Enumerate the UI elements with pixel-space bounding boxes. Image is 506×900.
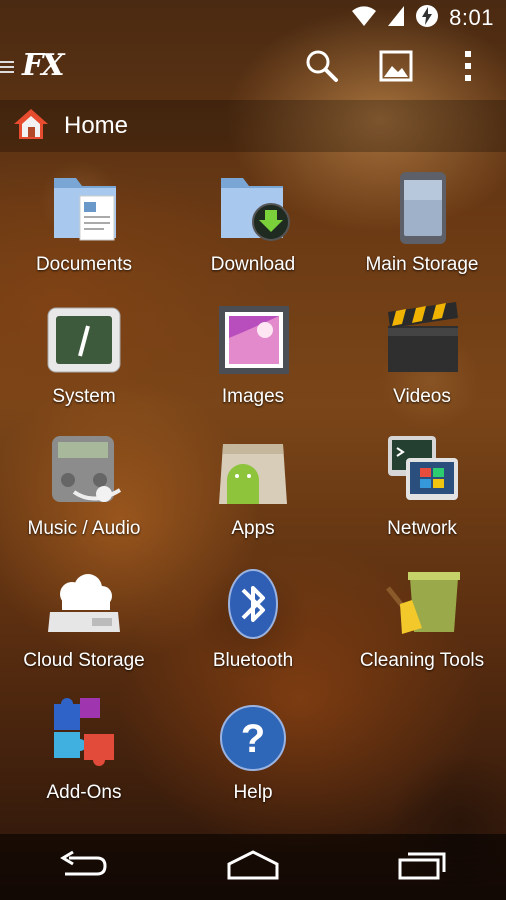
system-icon: [44, 298, 124, 378]
tile-main-storage[interactable]: Main Storage: [338, 160, 506, 290]
help-icon: ?: [213, 694, 293, 774]
tile-documents[interactable]: Documents: [0, 160, 168, 290]
navigation-bar: [0, 834, 506, 900]
documents-folder-icon: [44, 166, 124, 246]
search-icon: [305, 49, 339, 88]
action-bar: FX: [0, 36, 506, 98]
add-ons-icon: [44, 694, 124, 774]
tile-network[interactable]: Network: [338, 424, 506, 554]
tile-videos[interactable]: Videos: [338, 292, 506, 422]
network-icon: [382, 430, 462, 510]
tile-label: Main Storage: [365, 254, 479, 275]
tile-label: Download: [210, 254, 296, 275]
apps-icon: [213, 430, 293, 510]
status-bar: 8:01: [0, 0, 506, 36]
music-audio-icon: [44, 430, 124, 510]
images-icon: [213, 298, 293, 378]
image-button[interactable]: [376, 48, 416, 88]
tile-download[interactable]: Download: [169, 160, 337, 290]
search-button[interactable]: [302, 48, 342, 88]
clock: 8:01: [449, 5, 494, 30]
tile-label: Images: [221, 386, 285, 407]
breadcrumb[interactable]: Home: [0, 100, 506, 152]
back-button[interactable]: [44, 842, 124, 892]
download-folder-icon: [213, 166, 293, 246]
tile-images[interactable]: Images: [169, 292, 337, 422]
tile-label: Videos: [393, 386, 451, 407]
tile-label: System: [52, 386, 116, 407]
drawer-icon[interactable]: [0, 59, 16, 80]
image-icon: [379, 49, 413, 88]
breadcrumb-label: Home: [64, 112, 129, 139]
app-logo[interactable]: FX: [22, 48, 65, 83]
tile-label: Cloud Storage: [23, 650, 145, 671]
videos-icon: [382, 298, 462, 378]
back-icon: [59, 850, 109, 885]
wifi-icon: [351, 5, 377, 32]
recents-icon: [396, 850, 448, 885]
overflow-menu-button[interactable]: [448, 48, 488, 88]
tile-label: Add-Ons: [46, 782, 122, 803]
tile-label: Documents: [35, 254, 133, 275]
tile-bluetooth[interactable]: Bluetooth: [169, 556, 337, 686]
home-button[interactable]: [213, 842, 293, 892]
cleaning-tools-icon: [382, 562, 462, 642]
tile-help[interactable]: ? Help: [169, 688, 337, 818]
bluetooth-icon: [213, 562, 293, 642]
home-icon: [12, 107, 50, 146]
battery-charging-icon: [415, 4, 439, 33]
tile-label: Network: [387, 518, 457, 539]
overflow-menu-icon: [463, 49, 473, 88]
tile-add-ons[interactable]: Add-Ons: [0, 688, 168, 818]
home-icon: [225, 849, 281, 885]
tile-cleaning-tools[interactable]: Cleaning Tools: [338, 556, 506, 686]
tile-label: Cleaning Tools: [359, 650, 485, 671]
tile-music-audio[interactable]: Music / Audio: [0, 424, 168, 554]
tile-cloud-storage[interactable]: Cloud Storage: [0, 556, 168, 686]
tile-label: Bluetooth: [212, 650, 294, 671]
tile-label: Help: [233, 782, 273, 803]
signal-icon: [387, 5, 405, 32]
cloud-storage-icon: [44, 562, 124, 642]
main-storage-icon: [382, 166, 462, 246]
tile-label: Apps: [231, 518, 275, 539]
svg-text:?: ?: [241, 717, 265, 761]
recents-button[interactable]: [382, 842, 462, 892]
tile-system[interactable]: System: [0, 292, 168, 422]
tile-apps[interactable]: Apps: [169, 424, 337, 554]
tile-label: Music / Audio: [27, 518, 141, 539]
